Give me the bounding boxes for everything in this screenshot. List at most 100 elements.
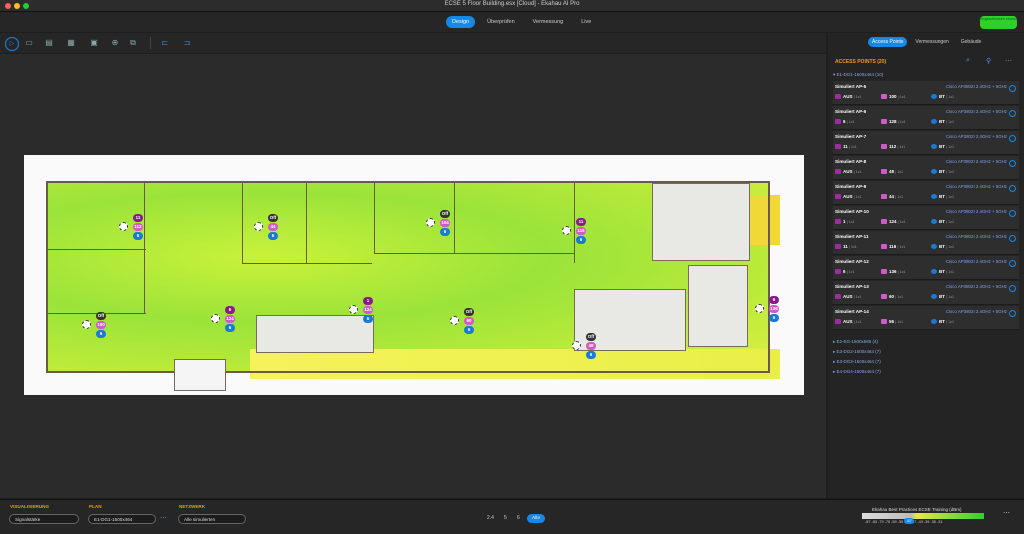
ap-icon[interactable] — [572, 341, 581, 350]
ap-list-item[interactable]: Simuliert AP-14 Cisco AP3802I 2.4GHz + 5… — [833, 306, 1019, 330]
band-all-button[interactable]: Alle — [527, 514, 545, 523]
select-icon[interactable]: ▷ — [5, 37, 19, 51]
ap-icon[interactable] — [426, 218, 435, 227]
info-icon[interactable] — [1009, 260, 1016, 267]
export-icon[interactable]: ⧉ — [128, 38, 138, 48]
info-icon[interactable] — [1009, 135, 1016, 142]
ap-model[interactable]: Cisco AP3802I 2.4GHz + 5GHz — [946, 259, 1007, 264]
tab-design[interactable]: Design — [446, 16, 476, 28]
visualization-select[interactable]: Signalstärke — [9, 514, 79, 524]
info-icon[interactable] — [1009, 310, 1016, 317]
ap-icon[interactable] — [82, 320, 91, 329]
tab-live[interactable]: Live — [575, 16, 597, 28]
ap-model[interactable]: Cisco AP3802I 2.4GHz + 5GHz — [946, 134, 1007, 139]
ap-name: Simuliert AP-11 — [835, 234, 869, 239]
rooms-block — [688, 265, 748, 347]
ap-bt-badge: 6 — [586, 351, 596, 359]
ap-list-item[interactable]: Simuliert AP-13 Cisco AP3802I 2.4GHz + 5… — [833, 281, 1019, 305]
group-collapsed[interactable]: ▸ E3-DG3-1500x464 (7) — [833, 359, 881, 365]
ap-model[interactable]: Cisco AP3802I 2.4GHz + 5GHz — [946, 184, 1007, 189]
radio-5-icon — [881, 94, 887, 99]
info-icon[interactable] — [1009, 210, 1016, 217]
ap-model[interactable]: Cisco AP3802I 2.4GHz + 5GHz — [946, 84, 1007, 89]
ap-channel-5: 44 — [889, 194, 895, 199]
ap-model[interactable]: Cisco AP3802I 2.4GHz + 5GHz — [946, 209, 1007, 214]
info-icon[interactable] — [1009, 85, 1016, 92]
info-icon[interactable] — [1009, 110, 1016, 117]
ap-bt-badge: 6 — [769, 314, 779, 322]
tab-survey[interactable]: Vermessung — [527, 16, 570, 28]
bluetooth-icon — [931, 119, 937, 124]
ap-icon[interactable] — [349, 305, 358, 314]
group-open[interactable]: ▾ E1-DG1-1500x464 (10) — [833, 72, 883, 78]
band-24[interactable]: 2.4 — [487, 515, 494, 521]
group-collapsed[interactable]: ▸ E4-DG4-1500x464 (7) — [833, 369, 881, 375]
info-icon[interactable] — [1009, 235, 1016, 242]
ap-icon[interactable] — [254, 222, 263, 231]
radio-24-icon — [835, 319, 841, 324]
plan-select[interactable]: E1-DG1-1500x464 — [88, 514, 156, 524]
ap-bt-badge: 6 — [576, 236, 586, 244]
wall — [242, 263, 372, 264]
ap-list-item[interactable]: Simuliert AP-8 Cisco AP3802I 2.4GHz + 5G… — [833, 156, 1019, 180]
ap-model[interactable]: Cisco AP3802I 2.4GHz + 5GHz — [946, 234, 1007, 239]
info-icon[interactable] — [1009, 185, 1016, 192]
card-icon[interactable]: ▦ — [66, 38, 76, 48]
ap-list-item[interactable]: Simuliert AP-7 Cisco AP3802I 2.4GHz + 5G… — [833, 131, 1019, 155]
ap-bt-badge: 6 — [363, 315, 373, 323]
ap-list-item[interactable]: Simuliert AP-6 Cisco AP3802I 2.4GHz + 5G… — [833, 106, 1019, 130]
plan-more-icon[interactable]: ⋯ — [160, 514, 167, 522]
band-6[interactable]: 6 — [517, 515, 520, 521]
ap-icon[interactable] — [755, 304, 764, 313]
ap-channel-24-badge: 6 — [769, 296, 779, 304]
ap-icon[interactable] — [450, 316, 459, 325]
search-icon[interactable]: ⌕ — [966, 57, 970, 65]
target-icon[interactable]: ⊕ — [110, 38, 120, 48]
more-icon[interactable]: ⋯ — [1005, 57, 1012, 65]
wall — [242, 183, 243, 263]
cloud-status-badge[interactable]: Angeschlossen erfasst — [980, 16, 1017, 29]
signal-legend-bar[interactable] — [862, 513, 984, 519]
rooms-block — [256, 315, 374, 353]
tab-review[interactable]: Überprüfen — [481, 16, 521, 28]
ap-channel-24: AUS — [843, 169, 853, 174]
ap-icon[interactable] — [562, 226, 571, 235]
legend-marker[interactable]: -67 — [904, 518, 914, 524]
group-collapsed[interactable]: ▸ E2-EG-1500x585 (4) — [833, 339, 878, 345]
wall — [46, 181, 48, 373]
ap-channel-5: 48 — [889, 169, 895, 174]
ap-list-item[interactable]: Simuliert AP-11 Cisco AP3802I 2.4GHz + 5… — [833, 231, 1019, 255]
ap-model[interactable]: Cisco AP3802I 2.4GHz + 5GHz — [946, 284, 1007, 289]
ap-model[interactable]: Cisco AP3802I 2.4GHz + 5GHz — [946, 109, 1007, 114]
radio-5-icon — [881, 294, 887, 299]
ap-list-item[interactable]: Simuliert AP-9 Cisco AP3802I 2.4GHz + 5G… — [833, 181, 1019, 205]
window-icon[interactable]: ▭ — [24, 38, 34, 48]
ap-icon[interactable] — [211, 314, 220, 323]
group-open-label: E1-DG1-1500x464 (10) — [836, 72, 884, 77]
folder-icon[interactable]: ▣ — [89, 38, 99, 48]
ap-model[interactable]: Cisco AP3802I 2.4GHz + 5GHz — [946, 309, 1007, 314]
comment-icon[interactable]: ▤ — [44, 38, 54, 48]
network-select[interactable]: Alle simulierten — [178, 514, 246, 524]
floor-plan[interactable] — [24, 155, 804, 395]
ap-icon[interactable] — [119, 222, 128, 231]
ap-model[interactable]: Cisco AP3802I 2.4GHz + 5GHz — [946, 159, 1007, 164]
ap-channel-24: AUS — [843, 194, 853, 199]
ap-channel-5: 60 — [889, 294, 895, 299]
tab-buildings[interactable]: Gebäude — [957, 37, 986, 47]
ap-list-item[interactable]: Simuliert AP-5 Cisco AP3802I 2.4GHz + 5G… — [833, 81, 1019, 105]
ap-auto-icon[interactable]: ⊐ — [182, 38, 192, 48]
group-collapsed[interactable]: ▸ E3-DG2-1500x464 (7) — [833, 349, 881, 355]
band-5[interactable]: 5 — [504, 515, 507, 521]
ap-name: Simuliert AP-13 — [835, 284, 869, 289]
ap-list-item[interactable]: Simuliert AP-10 Cisco AP3802I 2.4GHz + 5… — [833, 206, 1019, 230]
tab-access-points[interactable]: Access Points — [868, 37, 908, 47]
filter-icon[interactable]: ⚲ — [986, 57, 991, 65]
ap-list-item[interactable]: Simuliert AP-12 Cisco AP3802I 2.4GHz + 5… — [833, 256, 1019, 280]
legend-more-icon[interactable]: ⋯ — [1003, 509, 1010, 517]
info-icon[interactable] — [1009, 285, 1016, 292]
info-icon[interactable] — [1009, 160, 1016, 167]
radio-5-icon — [881, 269, 887, 274]
tab-surveys[interactable]: Vermessungen — [911, 37, 952, 47]
ap-place-icon[interactable]: ⊏ — [160, 38, 170, 48]
